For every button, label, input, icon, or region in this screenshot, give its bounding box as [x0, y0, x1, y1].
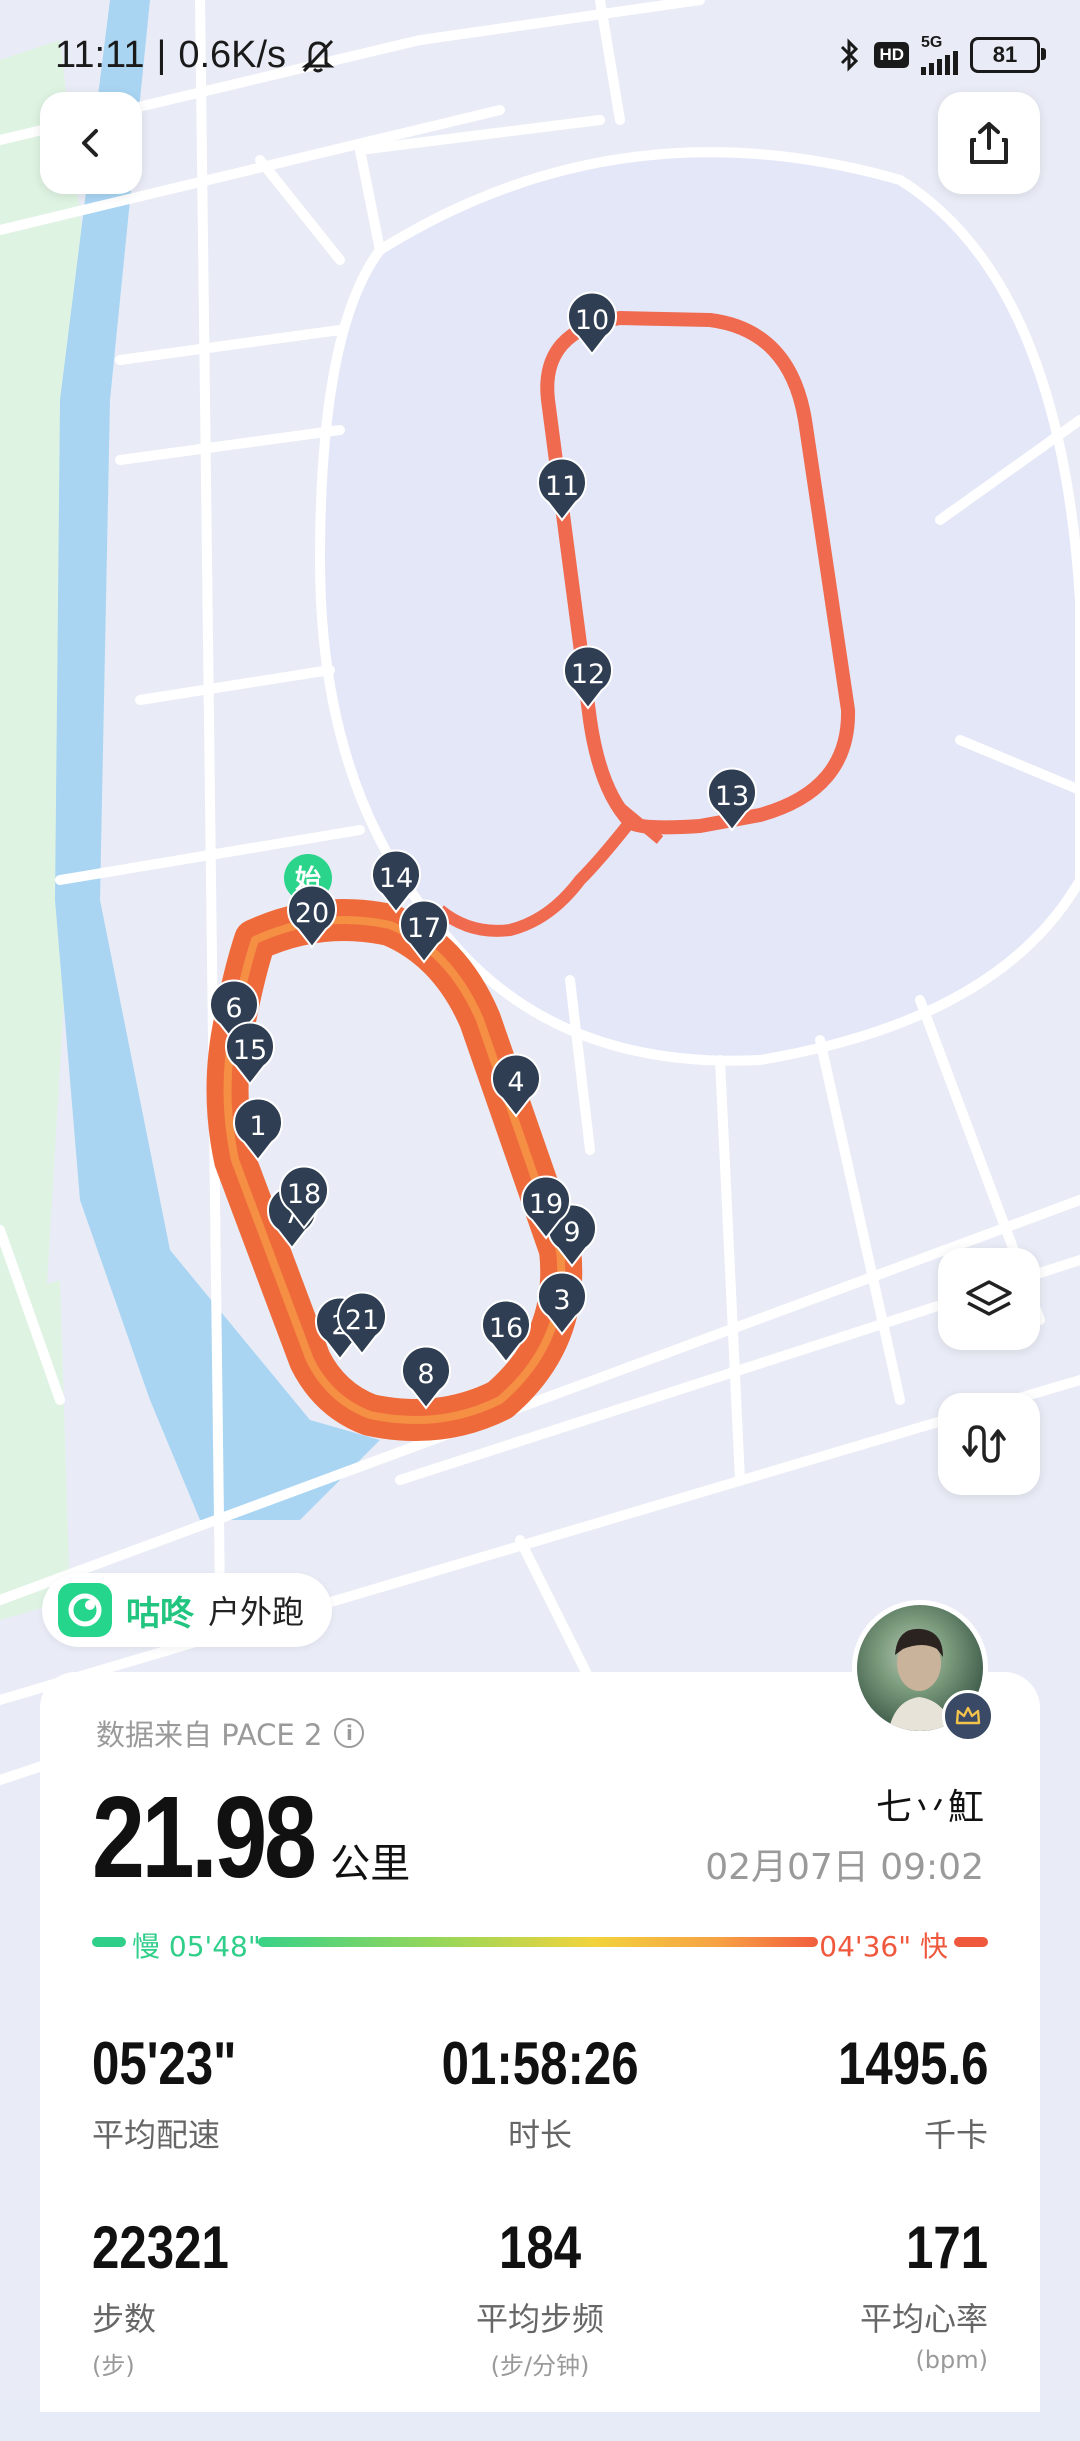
- distance-unit: 公里: [330, 1841, 411, 1887]
- bluetooth-icon: [841, 38, 859, 72]
- stat-avg-pace: 05'23" 平均配速: [92, 2032, 391, 2156]
- status-time: 11:11: [55, 33, 145, 76]
- svg-text:13: 13: [715, 781, 749, 812]
- stat-duration: 01:58:26 时长: [391, 2032, 690, 2156]
- stats-grid: 05'23" 平均配速 01:58:26 时长 1495.6 千卡 22321 …: [92, 2032, 988, 2441]
- layers-button[interactable]: [938, 1248, 1040, 1350]
- battery-level: 81: [992, 42, 1018, 67]
- stat-value: 01:58:26: [441, 2030, 639, 2097]
- summary-card: 数据来自 PACE 2 i 21.98 公里 七丷魟 02月07日 09:02 …: [40, 1672, 1040, 2412]
- track-button[interactable]: [938, 1393, 1040, 1495]
- stat-steps: 22321 步数 (步): [92, 2216, 391, 2381]
- stat-value: 05'23": [92, 2030, 237, 2097]
- stat-value: 22321: [92, 2214, 229, 2281]
- svg-text:11: 11: [545, 471, 579, 502]
- svg-text:14: 14: [379, 863, 413, 894]
- stat-unit: (bpm): [915, 2346, 989, 2374]
- svg-text:19: 19: [529, 1189, 563, 1220]
- stat-label: 平均心率: [860, 2300, 989, 2338]
- pace-legend: 慢 05'48" 04'36" 快: [92, 1922, 988, 1963]
- brand-name: 咕咚: [126, 1593, 194, 1634]
- stat-value: 171: [905, 2214, 989, 2281]
- status-speed: 0.6K/s: [178, 33, 287, 76]
- stats-row: 22321 步数 (步) 184 平均步频 (步/分钟) 171 平均心率 (b…: [92, 2216, 988, 2381]
- workout-datetime: 02月07日 09:02: [705, 1847, 984, 1888]
- info-icon[interactable]: i: [334, 1718, 365, 1748]
- stat-label: 平均配速: [92, 2116, 221, 2154]
- back-icon: [82, 129, 98, 157]
- svg-text:4: 4: [507, 1067, 524, 1098]
- stat-unit: (步): [92, 2352, 135, 2380]
- stat-heart-rate: 171 平均心率 (bpm): [689, 2216, 988, 2381]
- stat-value: 1495.6: [837, 2030, 989, 2097]
- back-button[interactable]: [40, 92, 142, 194]
- svg-text:9: 9: [563, 1217, 580, 1248]
- data-source-text: 数据来自 PACE 2: [96, 1718, 323, 1752]
- data-source: 数据来自 PACE 2 i: [96, 1712, 365, 1754]
- svg-text:8: 8: [417, 1359, 434, 1390]
- stat-label: 平均步频: [476, 2300, 605, 2338]
- stat-label: 步数: [92, 2300, 157, 2338]
- svg-text:10: 10: [575, 305, 609, 336]
- track-icon: [962, 1425, 1006, 1463]
- svg-text:15: 15: [233, 1035, 267, 1066]
- stats-row: 05'23" 平均配速 01:58:26 时长 1495.6 千卡: [92, 2032, 988, 2156]
- stat-calories: 1495.6 千卡: [689, 2032, 988, 2156]
- svg-text:16: 16: [489, 1313, 523, 1344]
- stat-label: 时长: [508, 2116, 573, 2154]
- svg-text:1: 1: [249, 1111, 266, 1142]
- stat-cadence: 184 平均步频 (步/分钟): [391, 2216, 690, 2381]
- status-bar: 11:11 | 0.6K/s HD 5G 81: [0, 0, 1080, 110]
- battery-icon: 81: [970, 37, 1046, 73]
- pace-gradient-bar: [258, 1937, 818, 1947]
- signal-icon: 5G: [921, 35, 958, 75]
- username[interactable]: 七丷魟: [876, 1778, 984, 1830]
- distance: 21.98 公里: [92, 1770, 410, 1904]
- stat-unit: (步/分钟): [490, 2352, 590, 2380]
- pace-slow-label: 慢 05'48": [132, 1930, 261, 1963]
- svg-text:21: 21: [345, 1305, 379, 1336]
- stat-label: 千卡: [924, 2116, 989, 2154]
- slow-legend-icon: [92, 1937, 126, 1947]
- activity-type: 户外跑: [208, 1593, 305, 1631]
- svg-text:3: 3: [553, 1285, 570, 1316]
- vip-crown-icon: [942, 1690, 994, 1742]
- share-icon: [970, 122, 1008, 164]
- layers-icon: [966, 1280, 1012, 1316]
- codoon-logo-icon: [58, 1583, 112, 1637]
- distance-value: 21.98: [92, 1772, 317, 1902]
- pace-fast-label: 04'36" 快: [819, 1930, 948, 1963]
- hd-icon: HD: [874, 42, 909, 68]
- svg-text:20: 20: [295, 898, 329, 929]
- stat-value: 184: [498, 2214, 582, 2281]
- fast-legend-icon: [954, 1937, 988, 1947]
- svg-text:18: 18: [287, 1179, 321, 1210]
- share-button[interactable]: [938, 92, 1040, 194]
- svg-text:12: 12: [571, 659, 605, 690]
- brand-pill: 咕咚 户外跑: [42, 1573, 333, 1647]
- status-divider: |: [156, 33, 167, 76]
- mute-bell-icon: [301, 39, 335, 73]
- svg-text:17: 17: [407, 913, 441, 944]
- svg-text:6: 6: [225, 993, 242, 1024]
